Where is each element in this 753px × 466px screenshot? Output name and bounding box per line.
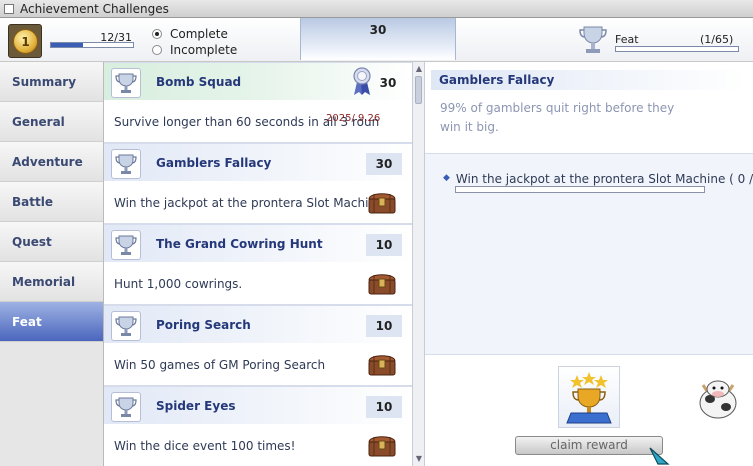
achievement-header[interactable]: Gamblers Fallacy 30 (104, 143, 412, 181)
achievement-points: 30 (379, 76, 397, 90)
achievement-description-row: Win 50 games of GM Poring Search (104, 343, 412, 386)
objective-text: Win the jackpot at the prontera Slot Mac… (455, 172, 753, 186)
list-scrollbar[interactable]: ▲ ▼ (412, 62, 424, 466)
category-progress-bar (615, 46, 739, 52)
level-badge: 1 (8, 24, 42, 58)
achievement-description-row: Win the dice event 100 times! (104, 424, 412, 466)
trophy-icon (111, 68, 141, 98)
achievement-description-row: Survive longer than 60 seconds in all 3 … (104, 100, 412, 143)
window-close-checkbox[interactable] (4, 4, 14, 14)
level-coin-icon: 1 (13, 29, 38, 54)
objective-item: ◆ Win the jackpot at the prontera Slot Ma… (443, 172, 753, 186)
sidebar-item-summary[interactable]: Summary (0, 62, 103, 102)
achievement-header[interactable]: Spider Eyes 10 (104, 386, 412, 424)
treasure-chest-icon[interactable] (366, 189, 398, 215)
achievement-description: Win 50 games of GM Poring Search (114, 358, 326, 372)
level-progress-fill (51, 43, 83, 47)
level-progress-bar (50, 42, 134, 48)
trophy-icon (111, 149, 141, 179)
filter-incomplete-label: Incomplete (170, 43, 238, 57)
detail-title: Gamblers Fallacy (431, 70, 747, 90)
treasure-chest-icon[interactable] (366, 432, 398, 458)
radio-unselected-icon[interactable] (152, 45, 162, 55)
achievement-points: 10 (366, 315, 402, 337)
achievement-name: Poring Search (156, 318, 251, 332)
radio-selected-icon[interactable] (152, 29, 162, 39)
category-count: (1/65) (700, 33, 734, 46)
window-title: Achievement Challenges (20, 2, 169, 16)
reward-area: claim reward (425, 354, 753, 466)
achievement-name: The Grand Cowring Hunt (156, 237, 323, 251)
treasure-chest-icon[interactable] (366, 351, 398, 377)
gold-trophy-icon (566, 372, 612, 424)
trophy-icon (111, 392, 141, 422)
claim-reward-button[interactable]: claim reward (515, 436, 663, 455)
achievement-points: 30 (366, 153, 402, 175)
objective-progress-bar (455, 186, 705, 193)
trophy-icon (111, 230, 141, 260)
achievement-name: Spider Eyes (156, 399, 236, 413)
bullet-icon: ◆ (443, 173, 450, 183)
achievement-description-row: Hunt 1,000 cowrings. (104, 262, 412, 305)
sidebar-item-battle[interactable]: Battle (0, 182, 103, 222)
sidebar-item-memorial[interactable]: Memorial (0, 262, 103, 302)
window-titlebar[interactable]: Achievement Challenges (0, 0, 753, 18)
trophy-icon (111, 311, 141, 341)
achievement-header[interactable]: The Grand Cowring Hunt 10 (104, 224, 412, 262)
sidebar-item-general[interactable]: General (0, 102, 103, 142)
detail-header: Gamblers Fallacy 99% of gamblers quit ri… (425, 62, 753, 154)
reward-slot[interactable] (558, 366, 620, 428)
filter-incomplete-radio[interactable]: Incomplete (152, 42, 237, 58)
mouse-cursor-icon (649, 447, 670, 465)
achievement-points: 10 (366, 396, 402, 418)
completed-date: 2025/ 9.26 (326, 113, 381, 124)
achievement-points: 10 (366, 234, 402, 256)
total-points: 30 (369, 23, 387, 37)
sidebar-item-feat[interactable]: Feat (0, 302, 103, 342)
treasure-chest-icon[interactable] (366, 270, 398, 296)
header-panel: 1 12/31 Complete Incomplete 30 Feat (1/6… (0, 18, 753, 62)
filter-complete-label: Complete (170, 27, 228, 41)
category-sidebar: Summary General Adventure Battle Quest M… (0, 62, 104, 466)
detail-description: 99% of gamblers quit right before they w… (440, 101, 675, 134)
achievement-detail-panel: Gamblers Fallacy 99% of gamblers quit ri… (424, 62, 753, 466)
sidebar-item-adventure[interactable]: Adventure (0, 142, 103, 182)
achievement-name: Bomb Squad (156, 75, 242, 89)
achievement-header[interactable]: Poring Search 10 (104, 305, 412, 343)
achievement-description-row: Win the jackpot at the prontera Slot Mac… (104, 181, 412, 224)
achievement-name: Gamblers Fallacy (156, 156, 272, 170)
achievement-description: Hunt 1,000 cowrings. (114, 277, 243, 291)
scroll-down-arrow-icon[interactable]: ▼ (414, 454, 424, 464)
filter-complete-radio[interactable]: Complete (152, 26, 228, 42)
sidebar-item-quest[interactable]: Quest (0, 222, 103, 262)
trophy-icon (579, 26, 607, 53)
scroll-up-arrow-icon[interactable]: ▲ (414, 64, 424, 74)
scroll-thumb[interactable] (415, 76, 422, 104)
achievement-list[interactable]: Bomb Squad 30 Survive longer than 60 sec… (104, 62, 412, 466)
total-points-panel: 30 (300, 18, 456, 60)
achievement-description: Win the dice event 100 times! (114, 439, 296, 453)
cow-mascot-icon (699, 380, 737, 419)
achievement-header[interactable]: Bomb Squad 30 (104, 62, 412, 100)
achievement-description: Win the jackpot at the prontera Slot Mac… (114, 196, 384, 210)
category-name: Feat (615, 33, 639, 46)
